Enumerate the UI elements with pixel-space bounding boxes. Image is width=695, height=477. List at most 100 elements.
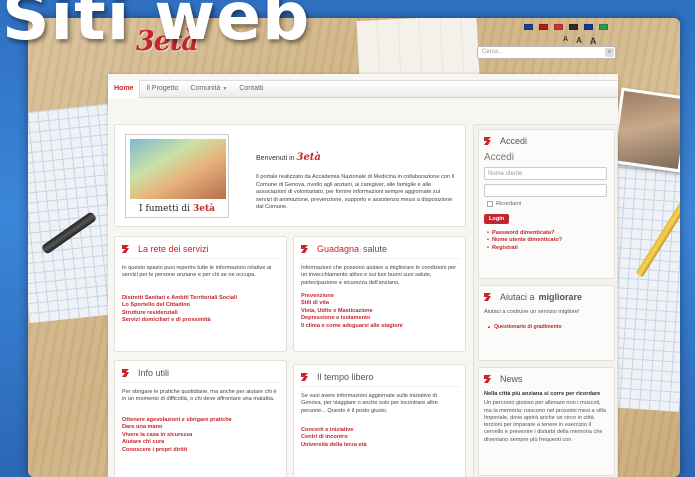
welcome-heading-text: Benvenuti in	[256, 155, 295, 162]
flag-icon[interactable]	[599, 24, 608, 30]
box-title-rest[interactable]: Info utili	[138, 368, 169, 378]
link-concerti[interactable]: Concerti e iniziative	[301, 427, 459, 434]
three-logo-icon	[122, 245, 129, 253]
box-title-accent[interactable]: La rete dei servizi	[138, 244, 209, 254]
slide-title: Siti web	[2, 0, 311, 55]
flag-icon[interactable]	[584, 24, 593, 30]
register-link[interactable]: Registrati	[487, 245, 614, 252]
language-flags	[524, 24, 608, 30]
box-title-rest[interactable]: Il tempo libero	[317, 372, 374, 382]
font-size-small[interactable]: A	[563, 36, 568, 46]
nav-home[interactable]: Home	[108, 80, 141, 98]
box-text: In questo spazio puoi reperire tutte le …	[122, 265, 272, 279]
link-clima[interactable]: Il clima e come adeguarsi alle stagioni	[301, 323, 459, 330]
box-heading: Info utili	[121, 367, 169, 378]
link-casa-sicurezza[interactable]: Vivere la casa in sicurezza	[122, 432, 280, 439]
flag-icon[interactable]	[569, 24, 578, 30]
link-distretti[interactable]: Distretti Sanitari e Ambiti Territoriali…	[122, 295, 280, 302]
link-agevolazioni[interactable]: Ottenere agevolazioni e sbrigare pratich…	[122, 417, 280, 424]
nav-progetto[interactable]: Il Progetto	[140, 80, 184, 98]
divider	[300, 258, 459, 259]
link-servizi-domiciliari[interactable]: Servizi domiciliari e di prossimità	[122, 317, 280, 324]
flag-icon[interactable]	[539, 24, 548, 30]
login-title-text: Accedi	[500, 135, 528, 146]
news-headline[interactable]: Nella città più anziana si corre per ric…	[484, 391, 609, 398]
box-title-rest[interactable]: salute	[363, 244, 387, 254]
three-logo-icon	[484, 375, 491, 383]
login-button[interactable]: Login	[484, 214, 510, 224]
welcome-panel: I fumetti di 3età Benvenuti in 3età Il p…	[114, 124, 466, 227]
password-field[interactable]	[484, 184, 607, 197]
link-strutture[interactable]: Strutture residenziali	[122, 310, 280, 317]
aiutaci-title: Aiutaci a migliorare	[479, 286, 614, 307]
paper-card-decoration	[356, 18, 480, 82]
comic-illustration	[130, 139, 226, 199]
login-module: Accedi Accedi Nome utente Ricordami Logi…	[478, 129, 615, 279]
three-logo-icon	[301, 373, 308, 381]
remember-label: Ricordami	[496, 201, 522, 207]
site-page: Home Il Progetto Comunità ▼ Contatti I fu…	[108, 74, 618, 477]
box-rete-servizi: La rete dei servizi In questo spazio puo…	[114, 236, 287, 352]
news-body: Un percorso gioioso per allenare non i m…	[484, 400, 606, 443]
link-dare-mano[interactable]: Dare una mano	[122, 424, 280, 431]
link-stili-vita[interactable]: Stili di vita	[301, 300, 459, 307]
aiutaci-title-bold: migliorare	[538, 291, 583, 302]
link-sportello[interactable]: Lo Sportello del Cittadino	[122, 302, 280, 309]
login-subtitle: Accedi	[484, 152, 515, 163]
divider	[121, 258, 280, 259]
box-links: Prevenzione Stili di vita Vista, Udito e…	[301, 293, 459, 330]
aiutaci-module: Aiutaci a migliorare Aiutaci a costruire…	[478, 285, 615, 361]
comic-caption: I fumetti di 3età	[126, 204, 228, 214]
three-logo-icon	[122, 369, 129, 377]
nav-comunita[interactable]: Comunità ▼	[184, 80, 233, 98]
welcome-text: Il portale realizzato da Accademia Nazio…	[256, 174, 455, 210]
news-title: News	[479, 368, 614, 389]
main-nav: Home Il Progetto Comunità ▼ Contatti	[108, 80, 618, 98]
link-prevenzione[interactable]: Prevenzione	[301, 293, 459, 300]
forgot-password-link[interactable]: Password dimenticata?	[487, 230, 614, 237]
box-title-accent[interactable]: Guadagna	[317, 244, 359, 254]
welcome-heading: Benvenuti in 3età	[256, 152, 321, 163]
aiutaci-title-pre: Aiutaci a	[500, 291, 535, 302]
box-heading: Guadagna salute	[300, 243, 387, 254]
forgot-username-link[interactable]: Nome utente dimenticato?	[487, 237, 614, 244]
box-guadagna-salute: Guadagna salute Informazioni che possono…	[293, 236, 466, 352]
search-icon[interactable]: ⌕	[605, 48, 614, 57]
divider	[300, 386, 459, 387]
font-size-controls: A A A	[563, 36, 596, 46]
chevron-down-icon: ▼	[222, 86, 228, 92]
elderly-photo	[611, 87, 680, 173]
divider	[121, 382, 280, 383]
link-diritti[interactable]: Conoscere i propri diritti	[122, 447, 280, 454]
news-module: News Nella città più anziana si corre pe…	[478, 367, 615, 476]
link-universita[interactable]: Università della terza età	[301, 442, 459, 449]
welcome-heading-logo: 3età	[296, 152, 321, 163]
link-centri[interactable]: Centri di incontro	[301, 434, 459, 441]
box-links: Ottenere agevolazioni e sbrigare pratich…	[122, 417, 280, 454]
box-links: Concerti e iniziative Centri di incontro…	[301, 427, 459, 449]
remember-me[interactable]: Ricordami	[487, 201, 614, 207]
nav-contatti[interactable]: Contatti	[233, 80, 269, 98]
box-links: Distretti Sanitari e Ambiti Territoriali…	[122, 295, 280, 325]
search-input[interactable]: Cerca... ⌕	[477, 46, 616, 59]
three-logo-icon	[484, 137, 491, 145]
link-depressione[interactable]: Depressione e isolamento	[301, 315, 459, 322]
flag-icon[interactable]	[554, 24, 563, 30]
box-text: Informazioni che possono aiutare a migli…	[301, 265, 457, 286]
comic-banner[interactable]: I fumetti di 3età	[125, 134, 229, 218]
font-size-large[interactable]: A	[590, 36, 597, 46]
news-title-text: News	[500, 373, 523, 384]
questionnaire-link[interactable]: Questionario di gradimento	[487, 324, 606, 330]
flag-icon[interactable]	[524, 24, 533, 30]
link-vista-udito[interactable]: Vista, Udito e Masticazione	[301, 308, 459, 315]
font-size-medium[interactable]: A	[576, 36, 582, 46]
remember-checkbox[interactable]	[487, 201, 493, 207]
box-text: Se vuoi avere informazioni aggiornate su…	[301, 393, 438, 414]
username-field[interactable]: Nome utente	[484, 167, 607, 180]
comic-caption-text: I fumetti di	[139, 204, 191, 214]
website-screenshot: 3età A A A Cerca... ⌕ Home Il Progetto C…	[28, 18, 680, 477]
login-links: Password dimenticata? Nome utente diment…	[487, 230, 614, 252]
box-tempo-libero: Il tempo libero Se vuoi avere informazio…	[293, 364, 466, 477]
link-aiutare-cura[interactable]: Aiutare chi cura	[122, 439, 280, 446]
sidebar: Accedi Accedi Nome utente Ricordami Logi…	[473, 124, 618, 477]
